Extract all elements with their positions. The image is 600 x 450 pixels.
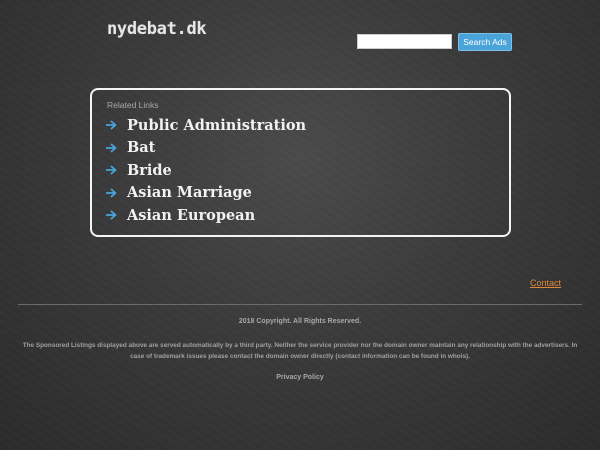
privacy-policy-link[interactable]: Privacy Policy <box>0 374 600 381</box>
related-links-heading: Related Links <box>107 100 159 110</box>
related-link-label[interactable]: Asian Marriage <box>127 184 252 201</box>
related-links-box: Related Links Public Administration Bat … <box>90 88 511 237</box>
arrow-right-icon <box>106 120 117 130</box>
related-link-item[interactable]: Asian European <box>106 204 306 227</box>
search-ads-button[interactable]: Search Ads <box>458 33 512 51</box>
search-input[interactable] <box>357 34 452 49</box>
footer-divider <box>18 304 582 305</box>
site-title: nydebat.dk <box>107 19 207 39</box>
related-links-list: Public Administration Bat Bride Asian Ma… <box>106 114 306 227</box>
copyright-text: 2018 Copyright. All Rights Reserved. <box>238 318 362 325</box>
related-link-item[interactable]: Bat <box>106 137 306 160</box>
related-link-label[interactable]: Bat <box>127 139 155 156</box>
arrow-right-icon <box>106 188 117 198</box>
related-link-item[interactable]: Bride <box>106 159 306 182</box>
arrow-right-icon <box>106 165 117 175</box>
disclaimer-text: The Sponsored Listings displayed above a… <box>22 342 578 360</box>
contact-link[interactable]: Contact <box>530 278 561 288</box>
related-link-label[interactable]: Public Administration <box>127 117 306 134</box>
arrow-right-icon <box>106 143 117 153</box>
related-link-label[interactable]: Bride <box>127 162 172 179</box>
related-link-item[interactable]: Public Administration <box>106 114 306 137</box>
related-link-item[interactable]: Asian Marriage <box>106 182 306 205</box>
arrow-right-icon <box>106 210 117 220</box>
related-link-label[interactable]: Asian European <box>127 207 255 224</box>
